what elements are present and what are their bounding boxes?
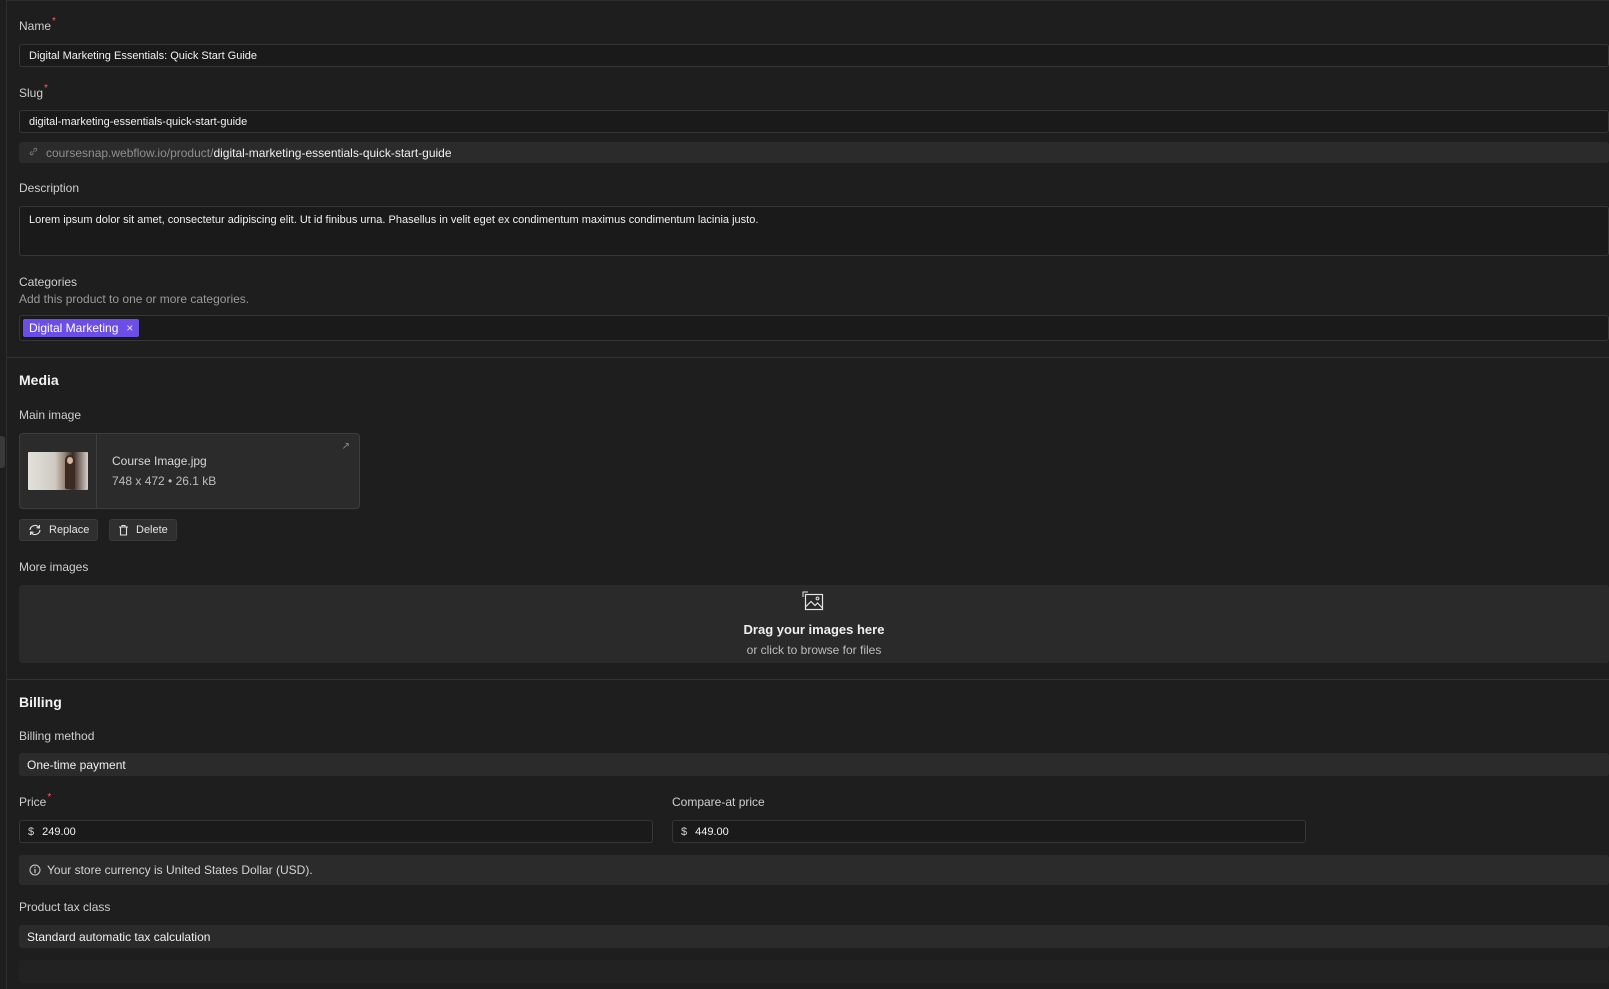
billing-heading: Billing (19, 694, 62, 710)
replace-button-label: Replace (49, 524, 90, 536)
category-chip-label: Digital Marketing (29, 321, 119, 335)
delete-button[interactable]: Delete (109, 519, 177, 541)
refresh-icon (28, 524, 42, 536)
category-chip[interactable]: Digital Marketing × (23, 319, 140, 337)
billing-method-label: Billing method (19, 729, 95, 743)
price-value: 249.00 (42, 825, 76, 838)
required-mark: * (47, 792, 52, 803)
url-prefix: coursesnap.webflow.io/product/ (46, 145, 214, 160)
currency-symbol: $ (681, 825, 688, 838)
categories-help: Add this product to one or more categori… (19, 292, 250, 306)
image-thumbnail (28, 452, 88, 490)
slug-url-preview[interactable]: coursesnap.webflow.io/product/digital-ma… (19, 142, 1609, 163)
panel-resize-handle[interactable] (0, 436, 5, 468)
name-input-value: Digital Marketing Essentials: Quick Star… (29, 49, 258, 62)
compare-at-price-label: Compare-at price (672, 795, 765, 809)
info-icon (29, 864, 41, 876)
billing-method-value: One-time payment (27, 757, 126, 772)
dropzone-title: Drag your images here (743, 622, 885, 637)
name-label-text: Name (19, 19, 52, 33)
slug-input[interactable]: digital-marketing-essentials-quick-start… (19, 110, 1609, 133)
image-dropzone[interactable]: Drag your images here or click to browse… (19, 585, 1609, 663)
description-textarea[interactable]: Lorem ipsum dolor sit amet, consectetur … (19, 206, 1609, 256)
slug-label: Slug* (19, 83, 48, 100)
name-label: Name* (19, 16, 56, 33)
tax-class-label: Product tax class (19, 900, 111, 914)
price-label: Price* (19, 792, 52, 809)
required-mark: * (44, 83, 48, 94)
left-panel-border (6, 0, 7, 989)
section-divider (7, 679, 1609, 680)
main-image-card[interactable]: Course Image.jpg 748 x 472 • 26.1 kB ↗ (19, 433, 360, 509)
more-images-label: More images (19, 560, 89, 574)
tax-class-select[interactable]: Standard automatic tax calculation (19, 925, 1609, 948)
top-divider (7, 0, 1609, 1)
currency-notice: Your store currency is United States Dol… (19, 855, 1609, 885)
link-icon (29, 147, 38, 159)
thumbnail-face (67, 457, 73, 464)
delete-button-label: Delete (136, 524, 168, 536)
image-file-meta: 748 x 472 • 26.1 kB (112, 474, 217, 488)
main-image-label: Main image (19, 408, 82, 422)
price-input[interactable]: $ 249.00 (19, 820, 653, 843)
description-value: Lorem ipsum dolor sit amet, consectetur … (29, 214, 759, 226)
dropzone-subtitle: or click to browse for files (746, 643, 882, 657)
currency-notice-text: Your store currency is United States Dol… (47, 863, 313, 877)
remove-chip-icon[interactable]: × (126, 321, 133, 335)
image-file-name: Course Image.jpg (112, 454, 207, 468)
categories-input[interactable]: Digital Marketing × (19, 315, 1609, 341)
required-mark: * (52, 16, 56, 27)
image-icon (802, 591, 826, 616)
name-input[interactable]: Digital Marketing Essentials: Quick Star… (19, 44, 1609, 67)
url-slug: digital-marketing-essentials-quick-start… (213, 145, 452, 160)
currency-symbol: $ (28, 825, 35, 838)
next-field[interactable] (19, 960, 1609, 983)
section-divider (7, 357, 1609, 358)
open-external-icon[interactable]: ↗ (342, 441, 350, 452)
price-label-text: Price (19, 795, 47, 809)
description-label: Description (19, 181, 80, 195)
slug-input-value: digital-marketing-essentials-quick-start… (29, 115, 248, 128)
slug-label-text: Slug (19, 86, 44, 100)
replace-button[interactable]: Replace (19, 519, 99, 541)
billing-method-select[interactable]: One-time payment (19, 753, 1609, 776)
categories-label: Categories (19, 275, 78, 289)
media-heading: Media (19, 372, 59, 388)
trash-icon (118, 524, 129, 536)
tax-class-value: Standard automatic tax calculation (27, 929, 211, 944)
compare-at-price-input[interactable]: $ 449.00 (672, 820, 1306, 843)
thumbnail-frame (20, 434, 97, 508)
compare-at-price-value: 449.00 (695, 825, 729, 838)
